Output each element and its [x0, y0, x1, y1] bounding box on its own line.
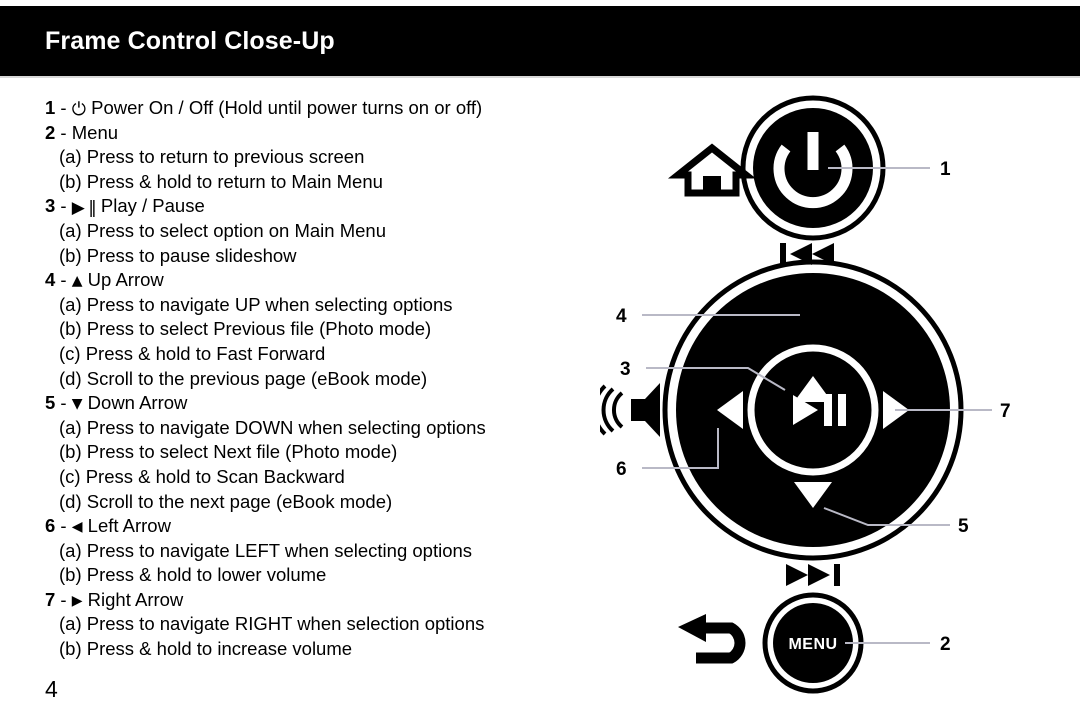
- instruction-subitem: (b) Press to pause slideshow: [45, 244, 605, 269]
- instruction-text: (a) Press to navigate RIGHT when selecti…: [59, 613, 485, 635]
- instruction-subitem: (a) Press to return to previous screen: [45, 145, 605, 170]
- back-arrow-icon: [678, 614, 746, 664]
- instruction-subitem: (a) Press to navigate UP when selecting …: [45, 293, 605, 318]
- instruction-text: Power On / Off (Hold until power turns o…: [86, 97, 483, 118]
- left-arrow-icon: ◀: [71, 519, 83, 536]
- page-title: Frame Control Close-Up: [45, 26, 335, 55]
- instruction-subitem: (b) Press & hold to increase volume: [45, 637, 605, 662]
- instruction-item: 3 - ▶ ‖ Play / Pause: [45, 194, 605, 219]
- instruction-dash: -: [55, 269, 72, 291]
- instruction-text: (a) Press to select option on Main Menu: [59, 219, 386, 241]
- callout-2-label: 2: [940, 634, 951, 655]
- instruction-subitem: (b) Press & hold to return to Main Menu: [45, 170, 605, 195]
- instruction-text: (b) Press & hold to return to Main Menu: [59, 170, 383, 192]
- instruction-text: (b) Press & hold to lower volume: [59, 564, 327, 586]
- instruction-subitem: (d) Scroll to the next page (eBook mode): [45, 490, 605, 515]
- instruction-subitem: (c) Press & hold to Fast Forward: [45, 342, 605, 367]
- instruction-text: (d) Scroll to the next page (eBook mode): [59, 490, 393, 512]
- volume-speaker-icon: [600, 383, 660, 437]
- instruction-text: (b) Press to select Next file (Photo mod…: [59, 441, 398, 463]
- instruction-number: 2: [45, 121, 56, 143]
- home-icon: [667, 143, 757, 197]
- callout-1-label: 1: [940, 159, 951, 180]
- instruction-number: 5: [45, 392, 56, 414]
- instruction-subitem: (a) Press to navigate DOWN when selectin…: [45, 416, 605, 441]
- up-arrow-icon: ▲: [71, 273, 83, 290]
- page-number: 4: [45, 676, 58, 702]
- instruction-number: 4: [45, 269, 56, 291]
- instruction-text: (b) Press & hold to increase volume: [59, 638, 353, 660]
- instruction-subitem: (d) Scroll to the previous page (eBook m…: [45, 367, 605, 392]
- play-pause-icon: ▶ ‖: [71, 198, 97, 219]
- instruction-number: 1: [45, 97, 56, 118]
- instruction-text: (b) Press to pause slideshow: [59, 244, 297, 266]
- instruction-text: Right Arrow: [82, 588, 184, 610]
- next-track-icon: [786, 564, 840, 586]
- instruction-text: (b) Press to select Previous file (Photo…: [59, 318, 432, 340]
- instruction-subitem: (a) Press to navigate RIGHT when selecti…: [45, 612, 605, 637]
- instruction-text: Up Arrow: [82, 269, 164, 291]
- instruction-text: Menu: [71, 121, 119, 143]
- instruction-dash: -: [55, 392, 72, 414]
- callout-6-label: 6: [616, 459, 627, 480]
- frame-control-diagram: 1 4 3 6 7 5 MENU 2: [600, 80, 1080, 700]
- instruction-text: (a) Press to return to previous screen: [59, 146, 365, 168]
- instruction-subitem: (b) Press to select Previous file (Photo…: [45, 317, 605, 342]
- instruction-subitem: (a) Press to navigate LEFT when selectin…: [45, 539, 605, 564]
- instruction-text: (a) Press to navigate UP when selecting …: [59, 293, 453, 315]
- instruction-text: (d) Scroll to the previous page (eBook m…: [59, 367, 428, 389]
- instruction-item: 2 - Menu: [45, 121, 605, 146]
- callout-3-label: 3: [620, 359, 631, 380]
- instruction-text: (a) Press to navigate LEFT when selectin…: [59, 539, 473, 561]
- callout-7-label: 7: [1000, 401, 1011, 422]
- right-arrow-icon: ▶: [71, 592, 83, 609]
- instruction-subitem: (c) Press & hold to Scan Backward: [45, 465, 605, 490]
- instruction-text: (c) Press & hold to Scan Backward: [59, 465, 345, 487]
- instruction-text: Down Arrow: [82, 392, 188, 414]
- instruction-text: (a) Press to navigate DOWN when selectin…: [59, 416, 486, 438]
- instruction-dash: -: [55, 588, 72, 610]
- down-arrow-icon: ▼: [71, 396, 83, 413]
- instruction-number: 7: [45, 588, 56, 610]
- instruction-item: 5 - ▼ Down Arrow: [45, 391, 605, 416]
- menu-button-label: MENU: [788, 636, 837, 653]
- callout-4-label: 4: [616, 306, 627, 327]
- instruction-item: 1 - ⏻ Power On / Off (Hold until power t…: [45, 96, 605, 121]
- instruction-subitem: (b) Press to select Next file (Photo mod…: [45, 440, 605, 465]
- instruction-dash: -: [55, 121, 72, 143]
- power-icon: ⏻: [71, 99, 86, 120]
- instruction-item: 6 - ◀ Left Arrow: [45, 514, 605, 539]
- callout-5-label: 5: [958, 516, 969, 537]
- instruction-number: 3: [45, 195, 56, 217]
- header-divider: [0, 76, 1080, 78]
- header-bar: Frame Control Close-Up: [0, 6, 1080, 76]
- instruction-dash: -: [55, 195, 72, 217]
- instruction-item: 4 - ▲ Up Arrow: [45, 268, 605, 293]
- instruction-subitem: (b) Press & hold to lower volume: [45, 563, 605, 588]
- instruction-text: Play / Pause: [95, 195, 205, 217]
- instruction-list: 1 - ⏻ Power On / Off (Hold until power t…: [45, 96, 605, 662]
- instruction-dash: -: [55, 515, 72, 537]
- instruction-subitem: (a) Press to select option on Main Menu: [45, 219, 605, 244]
- instruction-item: 7 - ▶ Right Arrow: [45, 588, 605, 613]
- instruction-text: (c) Press & hold to Fast Forward: [59, 342, 326, 364]
- instruction-text: Left Arrow: [82, 515, 171, 537]
- instruction-dash: -: [55, 97, 72, 118]
- instruction-number: 6: [45, 515, 56, 537]
